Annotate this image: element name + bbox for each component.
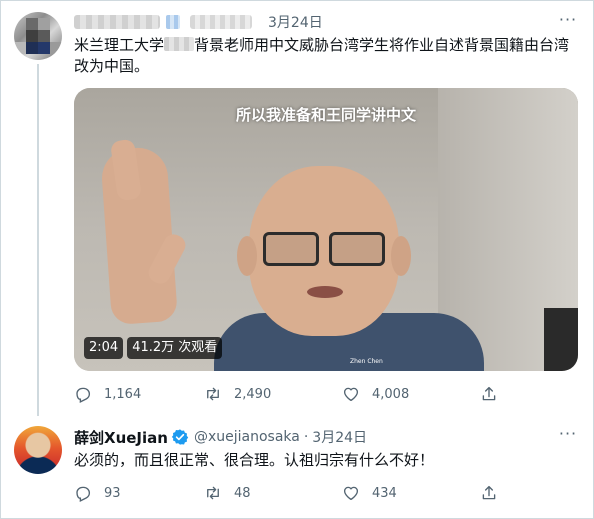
reply-icon: [76, 486, 91, 502]
like-count: 4,008: [372, 386, 410, 402]
video-person-ear: [237, 236, 257, 276]
redacted-badge: [166, 15, 180, 29]
more-icon[interactable]: ···: [556, 12, 580, 32]
video-view-count: 41.2万 次观看: [127, 337, 223, 359]
video-badges: 2:04 41.2万 次观看: [84, 337, 223, 359]
video-person-glasses-right: [329, 232, 385, 266]
reply-text: 必须的，而且很正常、很合理。认祖归宗有什么不好！: [74, 451, 435, 469]
reply-date[interactable]: 3月24日: [312, 427, 367, 447]
verified-badge-icon: [171, 429, 189, 445]
reply-author-name[interactable]: 薛剑XueJian: [74, 427, 168, 448]
more-icon[interactable]: ···: [556, 426, 580, 446]
like-count: 434: [372, 485, 397, 501]
video-subtitle: 所以我准备和王同学讲中文: [235, 106, 416, 124]
avatar-pixel: [38, 18, 50, 30]
tweet-header: 3月24日: [74, 12, 323, 32]
retweet-icon: [207, 387, 219, 401]
avatar-pixel: [38, 30, 50, 42]
avatar-pixel: [38, 42, 50, 54]
reply-actions: 93 48 434: [74, 484, 504, 504]
like-icon: [343, 387, 359, 402]
tweet-text-part1: 米兰理工大学: [74, 36, 165, 54]
like-button[interactable]: 4,008: [342, 385, 409, 403]
retweet-button[interactable]: 48: [204, 484, 251, 502]
author-handle-redacted[interactable]: [190, 15, 252, 29]
tweet-date[interactable]: 3月24日: [268, 12, 323, 32]
reply-author-handle[interactable]: @xuejianosaka: [194, 429, 300, 445]
like-button[interactable]: 434: [342, 484, 397, 502]
reply-count: 93: [104, 485, 121, 501]
tweet-actions: 1,164 2,490 4,008: [74, 385, 504, 405]
retweet-button[interactable]: 2,490: [204, 385, 271, 403]
video-person-ear: [391, 236, 411, 276]
reply-icon: [76, 387, 91, 403]
separator-dot: ·: [303, 429, 309, 445]
author-name-redacted[interactable]: [74, 15, 160, 29]
reply-button[interactable]: 93: [74, 484, 121, 502]
video-background-panel: [544, 308, 578, 371]
tweet-video[interactable]: 所以我准备和王同学讲中文 Zhen Chen 2:04 41.2万 次观看: [74, 88, 578, 371]
video-person-head: [237, 166, 411, 336]
avatar-pixel: [26, 42, 38, 54]
thread-connector-line: [37, 64, 39, 416]
share-icon: [482, 386, 496, 401]
reply-author-avatar[interactable]: [14, 426, 62, 474]
share-icon: [482, 485, 496, 500]
reply-header: 薛剑XueJian @xuejianosaka · 3月24日: [74, 427, 367, 447]
reply-button[interactable]: 1,164: [74, 385, 141, 403]
retweet-icon: [207, 486, 219, 500]
avatar-pixel: [26, 18, 38, 30]
retweet-count: 48: [234, 485, 251, 501]
video-person-glasses-left: [263, 232, 319, 266]
video-person-mouth: [307, 286, 343, 298]
avatar-pixel: [14, 42, 26, 54]
video-duration: 2:04: [84, 337, 124, 359]
reply-count: 1,164: [104, 386, 142, 402]
retweet-count: 2,490: [234, 386, 272, 402]
share-button[interactable]: [480, 484, 498, 502]
video-participant-name: Zhen Chen: [350, 358, 383, 365]
share-button[interactable]: [480, 385, 498, 403]
avatar-pixel: [50, 42, 62, 54]
author-avatar-blurred[interactable]: [14, 12, 62, 60]
avatar-pixel: [26, 30, 38, 42]
tweet-text: 米兰理工大学 背景老师用中文威胁台湾学生将作业自述背景国籍由台湾改为中国。: [74, 35, 574, 77]
redacted-text: [164, 37, 195, 51]
like-icon: [343, 486, 359, 501]
